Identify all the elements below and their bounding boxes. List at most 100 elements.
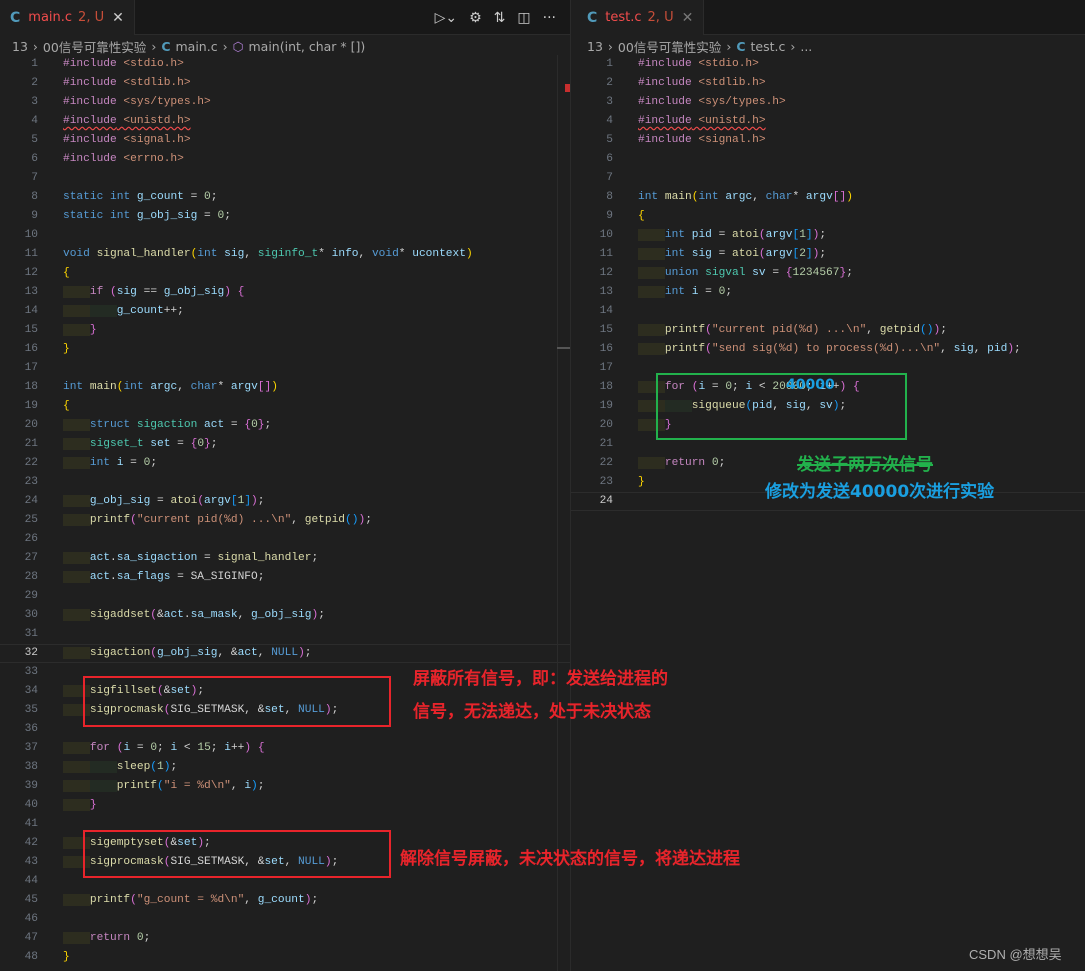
breadcrumb-file[interactable]: test.c bbox=[751, 39, 786, 54]
code-line[interactable]: 24 g_obj_sig = atoi(argv[1]); bbox=[0, 492, 570, 511]
code-token: , bbox=[358, 248, 372, 260]
code-token: "current pid(%d) ...\n" bbox=[136, 514, 292, 526]
code-line[interactable]: 11 int sig = atoi(argv[2]); bbox=[571, 245, 1085, 264]
code-line[interactable]: 8 int main(int argc, char* argv[]) bbox=[571, 188, 1085, 207]
code-line[interactable]: 3 #include <sys/types.h> bbox=[0, 93, 570, 112]
code-line[interactable]: 10 bbox=[0, 226, 570, 245]
breadcrumb-symbol[interactable]: ... bbox=[800, 39, 812, 54]
code-text: act.sa_sigaction = signal_handler; bbox=[63, 549, 318, 568]
code-token: static bbox=[63, 191, 104, 203]
code-line[interactable]: 28 act.sa_flags = SA_SIGINFO; bbox=[0, 568, 570, 587]
code-line[interactable]: 13 int i = 0; bbox=[571, 283, 1085, 302]
code-line[interactable]: 38 sleep(1); bbox=[0, 758, 570, 777]
code-line[interactable]: 6 bbox=[571, 150, 1085, 169]
code-line[interactable]: 10 int pid = atoi(argv[1]); bbox=[571, 226, 1085, 245]
code-line[interactable]: 15 } bbox=[0, 321, 570, 340]
code-line[interactable]: 4 #include <unistd.h> bbox=[0, 112, 570, 131]
code-line[interactable]: 12 union sigval sv = {1234567}; bbox=[571, 264, 1085, 283]
code-line[interactable]: 31 bbox=[0, 625, 570, 644]
compare-changes-icon[interactable]: ⇅ bbox=[494, 10, 506, 26]
code-line[interactable]: 1 #include <stdio.h> bbox=[571, 55, 1085, 74]
code-line[interactable]: 30 sigaddset(&act.sa_mask, g_obj_sig); bbox=[0, 606, 570, 625]
close-icon[interactable]: ✕ bbox=[112, 10, 124, 26]
code-line[interactable]: 9 static int g_obj_sig = 0; bbox=[0, 207, 570, 226]
breadcrumb-folder[interactable]: 13 bbox=[12, 39, 28, 54]
breadcrumb-symbol[interactable]: main(int, char * []) bbox=[249, 39, 366, 54]
tab-test-c[interactable]: C test.c 2, U ✕ bbox=[571, 0, 705, 35]
code-line[interactable]: 20 struct sigaction act = {0}; bbox=[0, 416, 570, 435]
code-token: printf bbox=[89, 894, 131, 906]
code-line[interactable]: 25 printf("current pid(%d) ...\n", getpi… bbox=[0, 511, 570, 530]
code-line[interactable]: 5 #include <signal.h> bbox=[0, 131, 570, 150]
code-line[interactable]: 23 bbox=[0, 473, 570, 492]
line-number: 6 bbox=[606, 153, 613, 165]
code-line[interactable]: 4 #include <unistd.h> bbox=[571, 112, 1085, 131]
annotation-overlay-value: 40000 bbox=[786, 377, 835, 393]
code-line[interactable]: 14 bbox=[571, 302, 1085, 321]
indent-guide bbox=[63, 799, 90, 811]
code-line[interactable]: 7 bbox=[571, 169, 1085, 188]
line-number: 48 bbox=[24, 951, 38, 963]
code-line[interactable]: 46 bbox=[0, 910, 570, 929]
code-token: ; bbox=[819, 248, 827, 260]
code-line[interactable]: 1 #include <stdio.h> bbox=[0, 55, 570, 74]
overview-ruler[interactable] bbox=[557, 55, 558, 971]
code-line[interactable]: 16 printf("send sig(%d) to process(%d)..… bbox=[571, 340, 1085, 359]
split-editor-icon[interactable]: ◫ bbox=[517, 10, 530, 26]
run-debug-icon[interactable]: ▷⌄ bbox=[435, 10, 458, 26]
problems-badge: 2, U bbox=[647, 10, 674, 25]
code-line[interactable]: 2 #include <stdlib.h> bbox=[571, 74, 1085, 93]
indent-guide bbox=[638, 229, 665, 241]
code-line[interactable]: 27 act.sa_sigaction = signal_handler; bbox=[0, 549, 570, 568]
code-line[interactable]: 48} bbox=[0, 948, 570, 967]
more-actions-icon[interactable]: ··· bbox=[543, 10, 556, 26]
code-text: #include <unistd.h> bbox=[638, 112, 766, 131]
code-line[interactable]: 16} bbox=[0, 340, 570, 359]
code-line[interactable]: 19 { bbox=[0, 397, 570, 416]
code-line[interactable]: 45 printf("g_count = %d\n", g_count); bbox=[0, 891, 570, 910]
breadcrumb-subfolder[interactable]: 00信号可靠性实验 bbox=[43, 37, 146, 56]
code-line[interactable]: 11 void signal_handler(int sig, siginfo_t… bbox=[0, 245, 570, 264]
code-token: ++; bbox=[163, 305, 184, 317]
chevron-right-icon: › bbox=[222, 38, 228, 54]
code-line[interactable]: 17 bbox=[0, 359, 570, 378]
code-line[interactable]: 37 for (i = 0; i < 15; i++) { bbox=[0, 739, 570, 758]
gear-icon[interactable]: ⚙ bbox=[469, 10, 482, 26]
code-text: printf("current pid(%d) ...\n", getpid()… bbox=[63, 511, 372, 530]
code-line[interactable]: 6 #include <errno.h> bbox=[0, 150, 570, 169]
code-line[interactable]: 15 printf("current pid(%d) ...\n", getpi… bbox=[571, 321, 1085, 340]
breadcrumb-folder[interactable]: 13 bbox=[587, 39, 603, 54]
code-line[interactable]: 18 int main(int argc, char* argv[]) bbox=[0, 378, 570, 397]
code-line[interactable]: 12 { bbox=[0, 264, 570, 283]
indent-guide bbox=[63, 438, 90, 450]
code-line[interactable]: 22 int i = 0; bbox=[0, 454, 570, 473]
code-line[interactable]: 29 bbox=[0, 587, 570, 606]
breadcrumb-file[interactable]: main.c bbox=[176, 39, 218, 54]
code-line[interactable]: 9{ bbox=[571, 207, 1085, 226]
code-line[interactable]: 32 sigaction(g_obj_sig, &act, NULL); bbox=[0, 644, 570, 663]
code-line[interactable]: 2 #include <stdlib.h> bbox=[0, 74, 570, 93]
highlight-box-loop bbox=[656, 373, 907, 440]
tab-main-c[interactable]: C main.c 2, U ✕ bbox=[0, 0, 135, 35]
code-line[interactable]: 7 bbox=[0, 169, 570, 188]
code-line[interactable]: 3 #include <sys/types.h> bbox=[571, 93, 1085, 112]
close-icon[interactable]: ✕ bbox=[682, 10, 694, 26]
code-token: } bbox=[204, 438, 211, 450]
code-line[interactable]: 21 sigset_t set = {0}; bbox=[0, 435, 570, 454]
code-line[interactable]: 39 printf("i = %d\n", i); bbox=[0, 777, 570, 796]
editor-pane-main-c: C main.c 2, U ✕ ▷⌄ ⚙ ⇅ ◫ ··· 13 › 00信号可靠性实验 › … bbox=[0, 0, 570, 971]
code-line[interactable]: 13 if (sig == g_obj_sig) { bbox=[0, 283, 570, 302]
code-text: printf("g_count = %d\n", g_count); bbox=[63, 891, 318, 910]
code-line[interactable]: 26 bbox=[0, 530, 570, 549]
code-line[interactable]: 14 g_count++; bbox=[0, 302, 570, 321]
breadcrumb-subfolder[interactable]: 00信号可靠性实验 bbox=[618, 37, 721, 56]
line-number: 11 bbox=[599, 248, 613, 260]
code-line[interactable]: 47 return 0; bbox=[0, 929, 570, 948]
code-line[interactable]: 40 } bbox=[0, 796, 570, 815]
code-line[interactable]: 8 static int g_count = 0; bbox=[0, 188, 570, 207]
scrollbar-thumb[interactable] bbox=[557, 347, 570, 349]
code-token: sa_mask bbox=[190, 609, 238, 621]
code-line[interactable]: 5 #include <signal.h> bbox=[571, 131, 1085, 150]
